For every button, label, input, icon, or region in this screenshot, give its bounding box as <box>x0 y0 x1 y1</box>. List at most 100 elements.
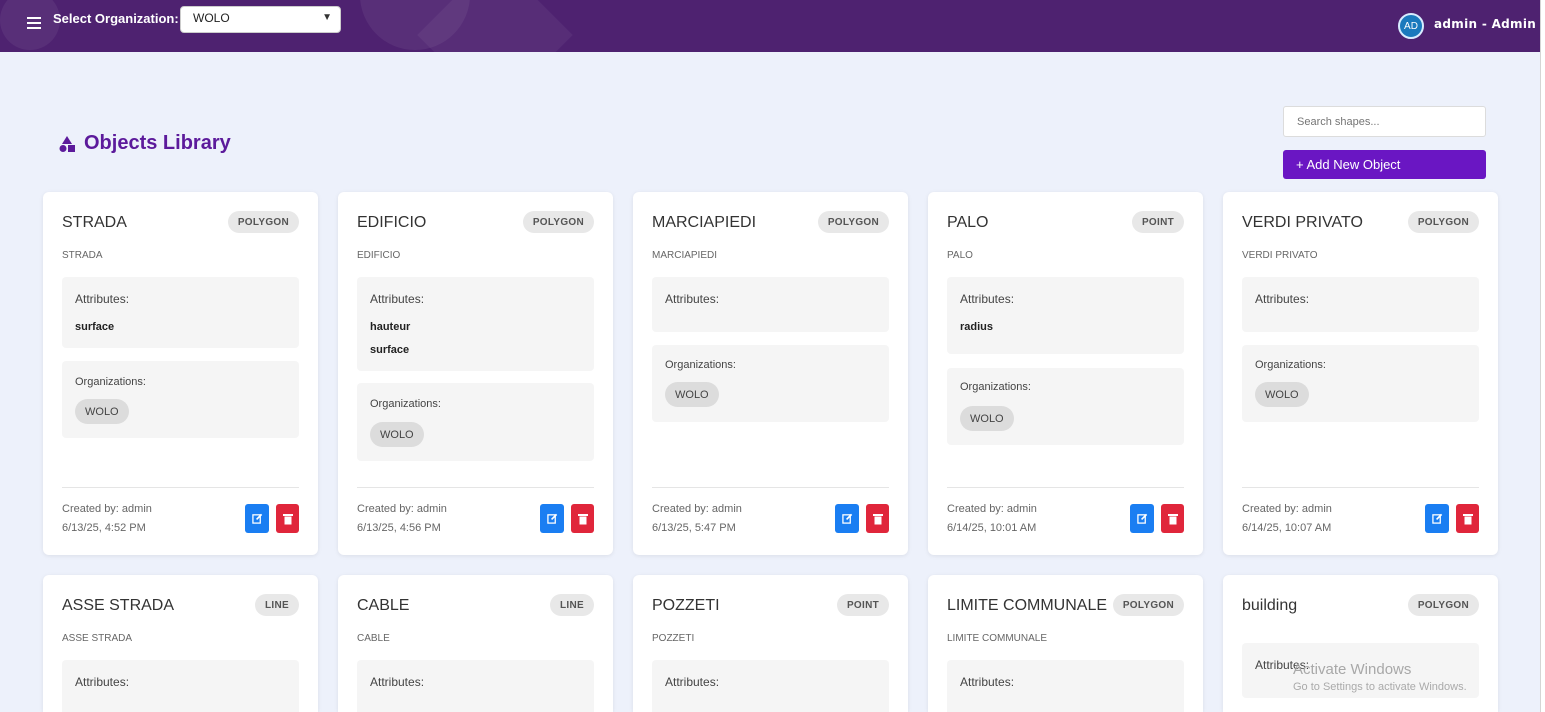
trash-icon <box>872 513 883 524</box>
object-description: MARCIAPIEDI <box>652 250 718 261</box>
organizations-panel: Organizations: WOLO <box>947 368 1184 445</box>
object-name: LIMITE COMMUNALE <box>947 597 1108 614</box>
organizations-label: Organizations: <box>370 398 441 410</box>
object-description: LIMITE COMMUNALE <box>947 633 1048 644</box>
object-description: POZZETI <box>652 633 695 644</box>
divider <box>62 487 299 488</box>
created-date: 6/14/25, 10:01 AM <box>947 522 1037 534</box>
delete-button[interactable] <box>1161 504 1184 533</box>
organizations-label: Organizations: <box>960 381 1031 393</box>
organizations-label: Organizations: <box>665 359 736 371</box>
organizations-panel: Organizations: WOLO <box>357 383 594 461</box>
delete-button[interactable] <box>276 504 299 533</box>
attributes-panel: Attributes: <box>1242 277 1479 332</box>
attributes-panel: Attributes: <box>947 660 1184 712</box>
created-date: 6/14/25, 10:07 AM <box>1242 522 1332 534</box>
chevron-down-icon: ▼ <box>322 12 332 23</box>
divider <box>652 487 889 488</box>
divider <box>947 487 1184 488</box>
object-name: POZZETI <box>652 597 720 614</box>
org-chip: WOLO <box>1255 382 1309 407</box>
org-chip: WOLO <box>75 399 129 424</box>
object-name: PALO <box>947 214 989 231</box>
edit-button[interactable] <box>1130 504 1154 533</box>
attributes-panel: Attributes: <box>652 277 889 332</box>
created-by: Created by: admin <box>947 503 1037 515</box>
edit-icon <box>841 513 852 524</box>
object-card: LIMITE COMMUNALE POLYGON LIMITE COMMUNAL… <box>928 575 1203 712</box>
type-badge: POLYGON <box>522 211 594 233</box>
object-name: ASSE STRADA <box>62 597 175 614</box>
object-description: EDIFICIO <box>357 250 401 261</box>
trash-icon <box>1462 513 1473 524</box>
attributes-label: Attributes: <box>960 675 1015 689</box>
edit-button[interactable] <box>835 504 859 533</box>
org-select[interactable]: WOLO ▼ <box>180 6 341 33</box>
attributes-label: Attributes: <box>665 675 720 689</box>
object-name: STRADA <box>62 214 127 231</box>
divider <box>357 487 594 488</box>
organizations-panel: Organizations: WOLO <box>652 345 889 422</box>
attributes-label: Attributes: <box>75 292 130 306</box>
attribute-item: surface <box>370 344 410 356</box>
trash-icon <box>282 513 293 524</box>
org-chip: WOLO <box>960 406 1014 431</box>
hamburger-menu-icon[interactable] <box>18 10 50 36</box>
edit-icon <box>251 513 262 524</box>
created-by: Created by: admin <box>652 503 742 515</box>
object-name: CABLE <box>357 597 410 614</box>
delete-button[interactable] <box>571 504 594 533</box>
trash-icon <box>577 513 588 524</box>
object-description: CABLE <box>357 633 390 644</box>
organizations-label: Organizations: <box>1255 359 1326 371</box>
scrollbar[interactable] <box>1540 0 1545 712</box>
object-description: ASSE STRADA <box>62 633 133 644</box>
page-title: Objects Library <box>58 132 231 155</box>
delete-button[interactable] <box>866 504 889 533</box>
object-description: PALO <box>947 250 973 261</box>
add-new-object-button[interactable]: + Add New Object <box>1283 150 1486 179</box>
type-badge: POLYGON <box>1112 594 1184 616</box>
attributes-panel: Attributes: <box>357 660 594 712</box>
object-card: PALO POINT PALO Attributes: radius Organ… <box>928 192 1203 555</box>
edit-button[interactable] <box>1425 504 1449 533</box>
watermark-subtitle: Go to Settings to activate Windows. <box>1293 681 1467 693</box>
org-select-value: WOLO <box>193 11 230 25</box>
created-by: Created by: admin <box>357 503 447 515</box>
object-name: EDIFICIO <box>357 214 427 231</box>
attributes-label: Attributes: <box>1255 292 1310 306</box>
type-badge: LINE <box>550 594 594 616</box>
delete-button[interactable] <box>1456 504 1479 533</box>
edit-button[interactable] <box>540 504 564 533</box>
object-card: MARCIAPIEDI POLYGON MARCIAPIEDI Attribut… <box>633 192 908 555</box>
attributes-panel: Attributes: radius <box>947 277 1184 354</box>
object-card: ASSE STRADA LINE ASSE STRADA Attributes: <box>43 575 318 712</box>
type-badge: POLYGON <box>227 211 299 233</box>
attributes-label: Attributes: <box>75 675 130 689</box>
attribute-item: surface <box>75 321 115 333</box>
top-bar: Select Organization: WOLO ▼ AD admin - A… <box>0 0 1540 52</box>
edit-button[interactable] <box>245 504 269 533</box>
type-badge: LINE <box>255 594 299 616</box>
object-card: POZZETI POINT POZZETI Attributes: <box>633 575 908 712</box>
created-by: Created by: admin <box>62 503 152 515</box>
shapes-icon <box>59 135 75 152</box>
attribute-item: hauteur <box>370 321 411 333</box>
type-badge: POLYGON <box>817 211 889 233</box>
edit-icon <box>546 513 557 524</box>
object-description: STRADA <box>62 250 103 261</box>
object-name: MARCIAPIEDI <box>652 214 757 231</box>
type-badge: POLYGON <box>1407 211 1479 233</box>
edit-icon <box>1136 513 1147 524</box>
type-badge: POLYGON <box>1407 594 1479 616</box>
search-input[interactable] <box>1283 106 1486 137</box>
object-name: VERDI PRIVATO <box>1242 214 1363 231</box>
attributes-panel: Attributes: <box>62 660 299 712</box>
object-description: VERDI PRIVATO <box>1242 250 1318 261</box>
user-name[interactable]: admin - Admin <box>1434 17 1536 31</box>
attributes-panel: Attributes: surface <box>62 277 299 348</box>
avatar[interactable]: AD <box>1398 13 1424 39</box>
org-select-label: Select Organization: <box>53 11 179 26</box>
org-chip: WOLO <box>665 382 719 407</box>
object-card: CABLE LINE CABLE Attributes: <box>338 575 613 712</box>
